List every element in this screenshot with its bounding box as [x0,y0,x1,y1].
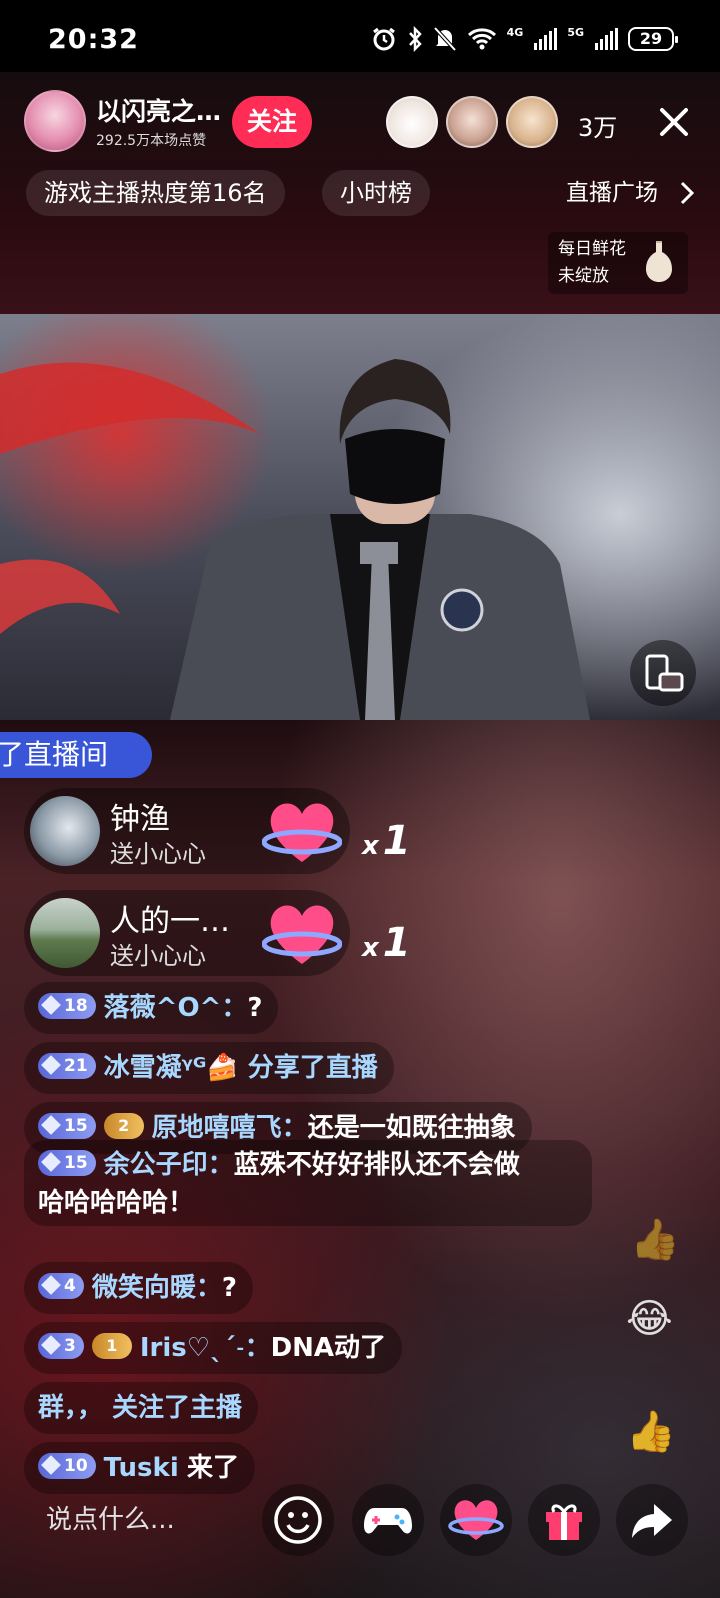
heart-icon [448,1500,504,1540]
level-badge: 18 [38,992,96,1019]
viewer-avatar[interactable] [386,96,438,148]
chat-text: DNA动了 [270,1333,387,1363]
thumbs-up-reaction-icon: 👍 [626,1409,676,1455]
rotate-screen-icon [645,654,684,692]
comment-input[interactable]: 说点什么... [24,1484,244,1556]
gift-notification[interactable]: 人的一… 送小心心 [24,890,350,976]
level-badge: 4 [38,1272,84,1299]
network-4g-label: 4G [506,25,524,39]
viewer-avatar[interactable] [506,96,558,148]
level-badge: 15 [38,1149,96,1176]
level-badge: 3 [38,1332,84,1359]
chat-username[interactable]: 冰雪凝ᵞᴳ🍰 分享了直播 [104,1053,378,1083]
chat-text: 蓝殊不好好排队还不会做 [233,1150,520,1180]
share-icon [632,1504,672,1538]
gift-notification[interactable]: 钟渔 送小心心 [24,788,350,874]
battery-indicator: 29 [628,27,678,51]
laughing-reaction-icon: 😂 [626,1296,673,1342]
network-5g-label: 5G [567,25,584,39]
gifter-name: 钟渔 [110,802,170,837]
emoji-button[interactable] [262,1484,334,1556]
heart-gift-icon [262,803,342,862]
chat-username[interactable]: 微笑向暖： [92,1273,222,1303]
chat-text: ? [221,1273,237,1303]
heart-button[interactable] [440,1484,512,1556]
top-viewers[interactable] [386,96,558,148]
gift-icon [546,1504,582,1540]
follow-button[interactable]: 关注 [232,96,312,148]
gifter-avatar[interactable] [30,796,100,866]
host-name: 以闪亮之… [96,97,222,126]
status-bar: 20:32 4G 5G 29 [0,0,720,72]
chat-username[interactable]: Iris♡ˎˊ˗： [140,1333,271,1363]
chat-username[interactable]: 落薇^O^： [104,993,248,1023]
signal-5g-icon [595,28,618,50]
emoji-icon [274,1496,322,1544]
game-button[interactable] [352,1484,424,1556]
status-icons: 4G 5G 29 [371,25,678,52]
chat-username[interactable]: 余公子印： [104,1150,234,1180]
chat-username[interactable]: 群，， 关注了主播 [38,1393,242,1423]
chat-text-continued: 哈哈哈哈哈！ [38,1188,195,1218]
close-button[interactable] [652,100,696,144]
chat-text: ? [247,993,263,1023]
gift-action: 送小心心 [110,942,206,970]
share-button[interactable] [616,1484,688,1556]
gamepad-icon [364,1508,412,1534]
gift-count: x1 [362,818,411,864]
host-info[interactable]: 以闪亮之… 292.5万本场点赞 [24,88,221,154]
gift-count-value: 1 [382,920,411,966]
flower-line2: 未绽放 [558,266,609,286]
chat-text: 来了 [187,1453,240,1483]
level-badge: 10 [38,1452,96,1479]
chat-message[interactable]: 15 余公子印：蓝殊不好好排队还不会做 哈哈哈哈哈！ [24,1140,592,1226]
vase-icon [646,241,672,282]
chat-message[interactable]: 21 冰雪凝ᵞᴳ🍰 分享了直播 [24,1042,394,1094]
rotate-screen-button[interactable] [630,640,696,706]
chat-message[interactable]: 群，， 关注了主播 [24,1382,259,1434]
signal-4g-icon [534,28,558,50]
host-avatar[interactable] [24,90,86,152]
streamer-figure [0,359,590,720]
chevron-right-icon[interactable] [676,178,698,208]
alarm-icon [372,27,395,51]
gift-button[interactable] [528,1484,600,1556]
gift-action: 送小心心 [110,840,206,868]
gift-count-prefix: x [362,831,379,861]
chat-username[interactable]: Tuski [104,1453,179,1483]
fan-badge: 2 [103,1112,144,1139]
gifter-name: 人的一… [110,904,230,939]
status-time: 20:32 [48,24,139,55]
bluetooth-icon [408,26,422,52]
hourly-rank-chip[interactable]: 小时榜 [322,170,430,216]
gift-count: x1 [362,920,411,966]
flower-line1: 每日鲜花 [558,239,626,259]
fan-badge: 1 [91,1332,132,1359]
host-likes: 292.5万本场点赞 [96,133,207,149]
floating-reaction-icon: 👍 [630,1217,680,1263]
mute-icon [433,26,457,52]
chat-message[interactable]: 18 落薇^O^：? [24,982,279,1034]
level-badge: 21 [38,1052,96,1079]
chat-message[interactable]: 4 微笑向暖：? [24,1262,253,1314]
gift-count-value: 1 [382,818,411,864]
heart-gift-icon [262,905,342,964]
viewer-avatar[interactable] [446,96,498,148]
daily-flower-widget[interactable]: 每日鲜花 未绽放 [548,232,688,294]
gifter-avatar[interactable] [30,898,100,968]
chat-message[interactable]: 3 1 Iris♡ˎˊ˗：DNA动了 [24,1322,403,1374]
chat-text: 还是一如既往抽象 [307,1113,516,1143]
gift-count-prefix: x [362,933,379,963]
live-square-link[interactable]: 直播广场 [566,170,658,216]
entry-banner: 了直播间 [0,732,152,778]
close-icon [660,108,688,136]
chat-username[interactable]: 原地嘻嘻飞： [152,1113,308,1143]
viewer-count[interactable]: 3万 [578,108,617,143]
popularity-rank-chip[interactable]: 游戏主播热度第16名 [26,170,285,216]
live-video[interactable] [0,314,720,720]
level-badge: 15 [38,1112,96,1139]
wifi-icon [467,28,496,50]
